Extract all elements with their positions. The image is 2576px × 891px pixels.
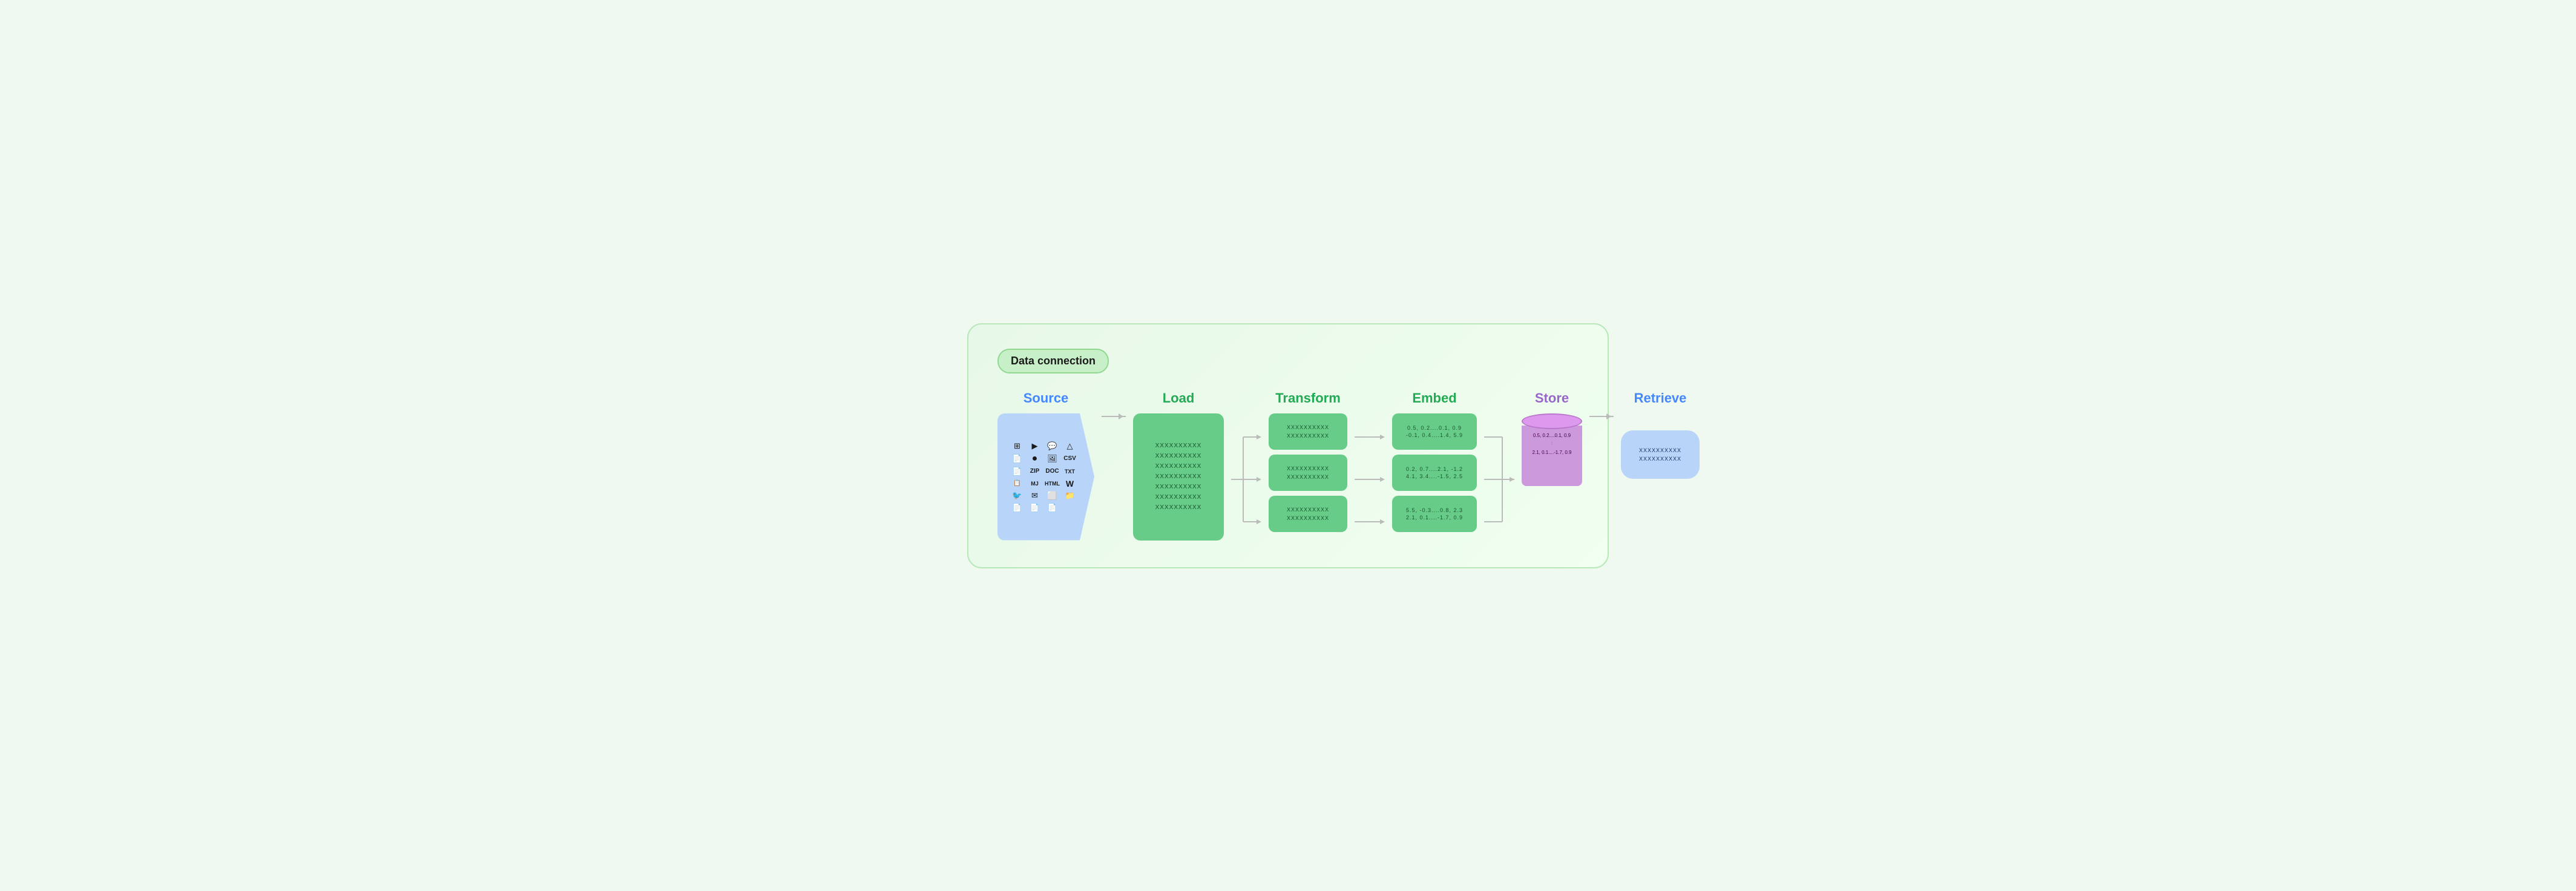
title-badge: Data connection: [997, 349, 1109, 373]
transform-2-line-2: XXXXXXXXXX: [1287, 474, 1329, 480]
icon-code: ⬜: [1045, 491, 1060, 501]
transform-1-line-1: XXXXXXXXXX: [1287, 424, 1329, 430]
retrieve-label: Retrieve: [1634, 390, 1687, 406]
load-line-2: XXXXXXXXXX: [1155, 453, 1202, 459]
icon-wiki: W: [1062, 479, 1077, 488]
transform-3-line-2: XXXXXXXXXX: [1287, 515, 1329, 521]
load-line-5: XXXXXXXXXX: [1155, 484, 1202, 490]
load-block: XXXXXXXXXX XXXXXXXXXX XXXXXXXXXX XXXXXXX…: [1133, 413, 1224, 541]
icon-file1: 📄: [1010, 503, 1025, 513]
icon-txt: TXT: [1062, 467, 1077, 476]
transform-1-line-2: XXXXXXXXXX: [1287, 433, 1329, 439]
icon-image: 🖼: [1045, 453, 1060, 464]
diagram-title: Data connection: [1011, 355, 1096, 367]
arrow-transform-embed: [1355, 416, 1385, 543]
arrow-embed-store: [1484, 416, 1514, 543]
transform-block-1: XXXXXXXXXX XXXXXXXXXX: [1269, 413, 1347, 450]
retrieve-line-1: XXXXXXXXXX: [1639, 447, 1681, 453]
icon-play: ▶: [1027, 441, 1042, 451]
embed-1-line-1: 0.5, 0.2....0.1, 0.9: [1407, 425, 1462, 431]
icon-mail: ✉: [1027, 491, 1042, 501]
store-separator: :: [1522, 441, 1582, 446]
icon-zip: ZIP: [1027, 467, 1042, 476]
load-stage: Load XXXXXXXXXX XXXXXXXXXX XXXXXXXXXX XX…: [1133, 390, 1224, 541]
icon-twitter: 🐦: [1010, 491, 1025, 501]
load-line-6: XXXXXXXXXX: [1155, 494, 1202, 501]
icon-folder: 📁: [1062, 491, 1077, 501]
icon-chat: 💬: [1045, 441, 1060, 451]
embed-2-line-1: 0.2, 0.7....2.1, -1.2: [1406, 466, 1463, 472]
load-line-1: XXXXXXXXXX: [1155, 442, 1202, 449]
icon-doc2: 📄: [1010, 467, 1025, 476]
embed-stage: Embed 0.5, 0.2....0.1, 0.9 -0.1, 0.4....…: [1392, 390, 1477, 532]
arrow-line: [1102, 416, 1126, 417]
transform-column: XXXXXXXXXX XXXXXXXXXX XXXXXXXXXX XXXXXXX…: [1269, 413, 1347, 532]
icon-xls: 📋: [1010, 479, 1025, 488]
icon-triangle: △: [1062, 441, 1077, 451]
transform-2-line-1: XXXXXXXXXX: [1287, 465, 1329, 472]
embed-3-line-2: 2.1, 0.1....-1.7, 0.9: [1406, 515, 1463, 521]
embed-1-line-2: -0.1, 0.4....1.4, 5.9: [1406, 432, 1463, 438]
load-label: Load: [1163, 390, 1195, 406]
icon-doc1: 📄: [1010, 453, 1025, 464]
icon-file2: 📄: [1027, 503, 1042, 513]
icon-html: HTML: [1045, 479, 1060, 488]
load-line-3: XXXXXXXXXX: [1155, 463, 1202, 470]
store-stage: Store 0.5, 0.2....0.1, 0.9 : 2.1, 0.1...…: [1522, 390, 1582, 486]
embed-column: 0.5, 0.2....0.1, 0.9 -0.1, 0.4....1.4, 5…: [1392, 413, 1477, 532]
transform-label: Transform: [1275, 390, 1341, 406]
icon-doc3: DOC: [1045, 467, 1060, 476]
load-line-4: XXXXXXXXXX: [1155, 473, 1202, 480]
transform-block-3: XXXXXXXXXX XXXXXXXXXX: [1269, 496, 1347, 532]
branching-arrow-svg: [1231, 416, 1261, 543]
cylinder-top: [1522, 413, 1582, 429]
embed-block-2: 0.2, 0.7....2.1, -1.2 4.1, 3.4....-1.5, …: [1392, 455, 1477, 491]
embed-block-3: 5.5, -0.3....0.8, 2.3 2.1, 0.1....-1.7, …: [1392, 496, 1477, 532]
icon-github: ●: [1027, 453, 1042, 464]
source-stage: Source ⊞ ▶ 💬 △ 📄 ● 🖼 CSV 📄 ZIP DOC TXT 📋: [997, 390, 1094, 541]
retrieve-line-2: XXXXXXXXXX: [1639, 456, 1681, 462]
load-line-7: XXXXXXXXXX: [1155, 504, 1202, 511]
source-label: Source: [1024, 390, 1069, 406]
store-line-1: 0.5, 0.2....0.1, 0.9: [1522, 433, 1582, 438]
arrow-load-transform: [1231, 416, 1261, 543]
icon-grid: ⊞: [1010, 441, 1025, 451]
source-block: ⊞ ▶ 💬 △ 📄 ● 🖼 CSV 📄 ZIP DOC TXT 📋 MJ HTM…: [997, 413, 1094, 541]
store-line-2: 2.1, 0.1....-1.7, 0.9: [1522, 450, 1582, 455]
cylinder: 0.5, 0.2....0.1, 0.9 : 2.1, 0.1....-1.7,…: [1522, 413, 1582, 486]
transform-stage: Transform XXXXXXXXXX XXXXXXXXXX XXXXXXXX…: [1269, 390, 1347, 532]
icon-mj: MJ: [1027, 479, 1042, 488]
retrieve-stage: Retrieve XXXXXXXXXX XXXXXXXXXX: [1621, 390, 1700, 479]
arrow-transform-embed-svg: [1355, 416, 1385, 543]
source-icons: ⊞ ▶ 💬 △ 📄 ● 🖼 CSV 📄 ZIP DOC TXT 📋 MJ HTM…: [1010, 441, 1077, 513]
store-label: Store: [1535, 390, 1569, 406]
arrow-source-load: [1102, 416, 1126, 417]
icon-csv: CSV: [1062, 453, 1077, 464]
store-block: 0.5, 0.2....0.1, 0.9 : 2.1, 0.1....-1.7,…: [1522, 413, 1582, 486]
embed-2-line-2: 4.1, 3.4....-1.5, 2.5: [1406, 473, 1463, 479]
transform-3-line-1: XXXXXXXXXX: [1287, 507, 1329, 513]
icon-file3: 📄: [1045, 503, 1060, 513]
arrow-store-retrieve: [1589, 416, 1614, 417]
embed-block-1: 0.5, 0.2....0.1, 0.9 -0.1, 0.4....1.4, 5…: [1392, 413, 1477, 450]
embed-3-line-1: 5.5, -0.3....0.8, 2.3: [1406, 507, 1463, 513]
data-connection-diagram: Data connection Source ⊞ ▶ 💬 △ 📄 ● 🖼 CSV…: [967, 323, 1609, 568]
transform-block-2: XXXXXXXXXX XXXXXXXXXX: [1269, 455, 1347, 491]
pipeline: Source ⊞ ▶ 💬 △ 📄 ● 🖼 CSV 📄 ZIP DOC TXT 📋: [997, 390, 1579, 543]
arrow-line-store-retrieve: [1589, 416, 1614, 417]
embed-label: Embed: [1412, 390, 1456, 406]
retrieve-block: XXXXXXXXXX XXXXXXXXXX: [1621, 430, 1700, 479]
converging-arrow-svg: [1484, 416, 1514, 543]
